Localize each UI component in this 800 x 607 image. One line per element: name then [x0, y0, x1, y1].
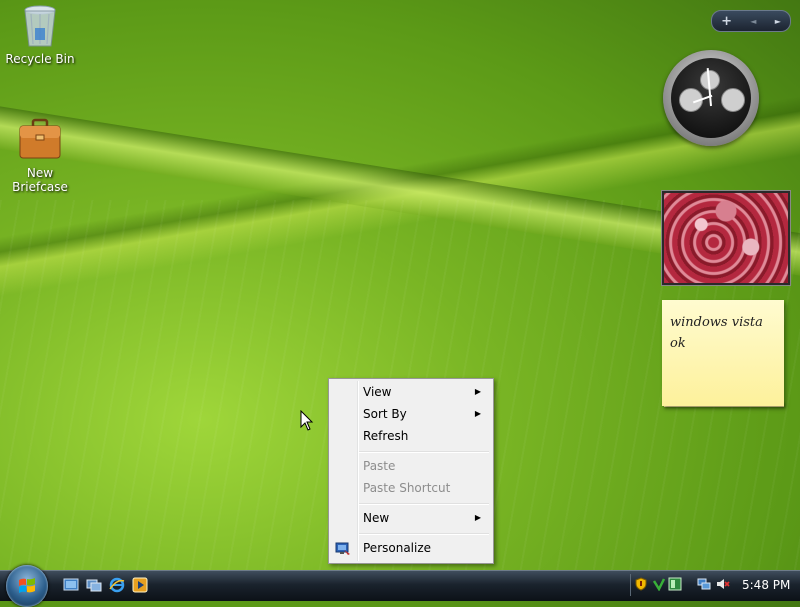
menu-item-new[interactable]: New ▶ — [331, 507, 491, 529]
recycle-bin-icon — [16, 2, 64, 50]
menu-separator — [359, 451, 489, 453]
tray-separator — [630, 574, 631, 596]
media-player-icon[interactable] — [132, 577, 148, 593]
mouse-cursor-icon — [300, 410, 314, 431]
note-line-1: windows vista — [670, 315, 763, 330]
slideshow-gadget[interactable] — [662, 191, 790, 285]
menu-separator — [359, 533, 489, 535]
menu-item-paste: Paste — [331, 455, 491, 477]
menu-item-paste-shortcut: Paste Shortcut — [331, 477, 491, 499]
desktop-context-menu: View ▶ Sort By ▶ Refresh Paste Paste Sho… — [328, 378, 494, 564]
submenu-arrow-icon: ▶ — [474, 409, 481, 418]
personalize-icon — [335, 542, 350, 555]
security-shield-icon[interactable] — [634, 577, 648, 591]
menu-item-label: Sort By — [363, 407, 407, 421]
menu-item-label: New — [363, 511, 390, 525]
menu-item-refresh[interactable]: Refresh — [331, 425, 491, 447]
sidebar-tray-icon[interactable] — [668, 577, 682, 591]
notes-gadget[interactable]: windows vista ok — [662, 300, 784, 406]
next-page-button[interactable]: ► — [775, 17, 781, 26]
recycle-bin-label: Recycle Bin — [5, 52, 75, 66]
volume-muted-icon[interactable] — [716, 577, 730, 591]
note-line-2: ok — [670, 336, 686, 351]
start-button[interactable] — [6, 565, 48, 607]
menu-item-label: Paste Shortcut — [363, 481, 451, 495]
switch-windows-icon[interactable] — [86, 577, 102, 593]
add-gadget-button[interactable]: + — [721, 14, 732, 29]
previous-page-button[interactable]: ◄ — [750, 17, 756, 26]
menu-item-label: View — [363, 385, 392, 399]
menu-separator — [359, 503, 489, 505]
clock-subdial-right — [721, 88, 745, 112]
menu-item-label: Paste — [363, 459, 396, 473]
menu-item-personalize[interactable]: Personalize — [331, 537, 491, 559]
taskbar-clock[interactable]: 5:48 PM — [742, 578, 790, 592]
menu-item-sort-by[interactable]: Sort By ▶ — [331, 403, 491, 425]
windows-logo-icon — [19, 578, 35, 593]
desktop-icon-new-briefcase[interactable]: New Briefcase — [0, 116, 80, 194]
desktop-icon-recycle-bin[interactable]: Recycle Bin — [0, 2, 80, 66]
briefcase-label: New Briefcase — [12, 166, 68, 194]
menu-item-view[interactable]: View ▶ — [331, 381, 491, 403]
menu-item-label: Refresh — [363, 429, 409, 443]
clock-gadget[interactable] — [663, 50, 759, 146]
submenu-arrow-icon: ▶ — [474, 513, 481, 522]
show-desktop-icon[interactable] — [63, 577, 79, 593]
sidebar-controls: + ◄ ► — [711, 10, 791, 32]
internet-explorer-icon[interactable] — [109, 577, 125, 593]
menu-item-label: Personalize — [363, 541, 432, 555]
briefcase-icon — [16, 116, 64, 164]
desktop[interactable]: Recycle Bin New Briefcase + ◄ ► windows … — [0, 0, 800, 600]
submenu-arrow-icon: ▶ — [474, 387, 481, 396]
network-icon[interactable] — [697, 577, 711, 591]
windows-defender-icon[interactable] — [652, 577, 666, 591]
